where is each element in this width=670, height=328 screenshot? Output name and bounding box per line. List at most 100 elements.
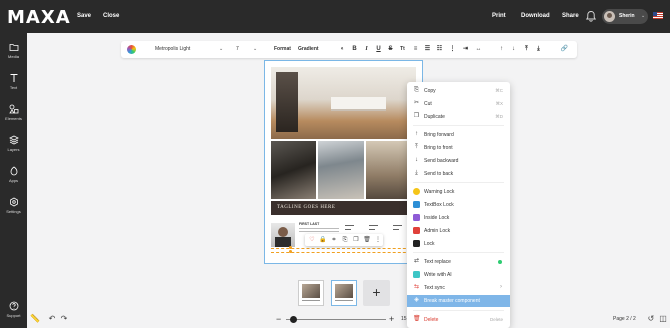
zoom-in-button[interactable]: +	[389, 314, 394, 324]
sidebar-item-media[interactable]: Media	[0, 42, 27, 70]
crop-icon[interactable]: ⌗	[330, 236, 338, 244]
chevron-down-icon[interactable]: ⌄	[253, 46, 257, 52]
menu-item-inside-lock[interactable]: Inside Lock	[407, 212, 510, 224]
menu-item-label: Delete	[424, 317, 439, 323]
download-button[interactable]: Download	[521, 13, 550, 19]
text-column[interactable]: ▬▬▬ ▬▬	[369, 223, 378, 231]
page-thumbnail-2[interactable]	[331, 280, 357, 306]
element-toolbar: ♡ 🔒 ⌗ ⎘ ❐ 🗑 ⋮	[305, 234, 383, 246]
font-family-select[interactable]: Metropolis Light	[155, 46, 190, 52]
history-icon[interactable]: ↺	[646, 314, 656, 324]
sidebar-item-label: Media	[8, 54, 19, 59]
menu-item-label: Break master component	[424, 298, 480, 304]
link-icon[interactable]: 🔗	[560, 45, 569, 54]
lock-icon[interactable]: 🔒	[319, 236, 327, 244]
align-bottom-icon[interactable]: ↓	[509, 45, 518, 54]
color-wheel-icon[interactable]	[127, 45, 136, 54]
print-button[interactable]: Print	[492, 13, 506, 19]
textbox-lock-icon	[413, 201, 420, 208]
share-button[interactable]: Share	[562, 13, 579, 19]
tagline-text[interactable]: TAGLINE GOES HERE	[277, 205, 335, 210]
sidebar-item-layers[interactable]: Layers	[0, 135, 27, 163]
italic-icon[interactable]: I	[362, 45, 371, 54]
line-spacing-icon[interactable]: ☰	[423, 45, 432, 54]
page-counter: Page 2 / 2	[613, 316, 636, 322]
menu-item-delete[interactable]: 🗑 Delete Delete	[407, 314, 510, 326]
bold-icon[interactable]: B	[350, 45, 359, 54]
sidebar-item-text[interactable]: Text	[0, 73, 27, 101]
zoom-slider-thumb[interactable]	[290, 316, 297, 323]
menu-item-warning-lock[interactable]: Warning Lock	[407, 186, 510, 198]
agent-photo[interactable]	[271, 223, 295, 247]
strikethrough-icon[interactable]: S	[386, 45, 395, 54]
format-button[interactable]: Format	[274, 46, 291, 52]
zoom-slider-track[interactable]	[286, 319, 386, 320]
opacity-icon[interactable]: ◐	[338, 45, 347, 54]
warning-lock-icon	[413, 188, 420, 195]
chevron-down-icon[interactable]: ⌄	[219, 46, 223, 52]
user-menu[interactable]: Sherin ⌄	[602, 9, 648, 24]
save-button[interactable]: Save	[77, 13, 91, 19]
indent-icon[interactable]: ⇥	[461, 45, 470, 54]
close-button[interactable]: Close	[103, 13, 119, 19]
help-icon	[9, 301, 18, 311]
menu-item-shortcut: Delete	[489, 317, 503, 322]
selection-guide	[271, 252, 416, 253]
align-top-icon[interactable]: ↑	[497, 45, 506, 54]
text-column[interactable]: ▬▬▬ ▬▬	[345, 223, 354, 231]
page-thumbnail-1[interactable]	[298, 280, 324, 306]
tagline-bar[interactable]: TAGLINE GOES HERE	[271, 201, 416, 215]
align-middle-down-icon[interactable]: ⤓	[534, 45, 543, 54]
design-page[interactable]: TAGLINE GOES HERE FIRST LAST ▬▬▬ ▬▬ ▬▬▬ ▬▬…	[264, 60, 423, 264]
copy-style-icon[interactable]: ⎘	[341, 236, 349, 244]
menu-item-bring-forward[interactable]: ↑ Bring forward	[407, 129, 510, 141]
zoom-out-button[interactable]: −	[276, 314, 281, 324]
gradient-button[interactable]: Gradient	[298, 46, 319, 52]
align-left-icon[interactable]: ≡	[411, 45, 420, 54]
undo-icon[interactable]: ↶	[47, 314, 57, 324]
resize-handle[interactable]	[289, 246, 292, 249]
underline-icon[interactable]: U	[374, 45, 383, 54]
resize-handle[interactable]	[289, 250, 292, 253]
sidebar-item-settings[interactable]: Settings	[0, 197, 27, 225]
menu-item-bring-to-front[interactable]: ⤒ Bring to front	[407, 142, 510, 154]
bullet-list-icon[interactable]: ☷	[435, 45, 444, 54]
sidebar-item-apps[interactable]: Apps	[0, 166, 27, 194]
add-page-button[interactable]: +	[363, 280, 390, 306]
hallway-photo[interactable]	[318, 141, 364, 199]
menu-item-text-sync[interactable]: ⇆ Text sync ›	[407, 282, 510, 294]
menu-item-text-replace[interactable]: ⇄ Text replace	[407, 256, 510, 268]
more-icon[interactable]: ⋮	[374, 236, 382, 244]
letter-spacing-icon[interactable]: ↔	[474, 45, 483, 54]
sidebar-item-elements[interactable]: Elements	[0, 104, 27, 132]
font-size-select[interactable]: 7	[236, 46, 239, 52]
menu-item-admin-lock[interactable]: Admin Lock	[407, 225, 510, 237]
menu-item-duplicate[interactable]: ❐ Duplicate ⌘D	[407, 111, 510, 123]
redo-icon[interactable]: ↷	[59, 314, 69, 324]
favorite-icon[interactable]: ♡	[308, 236, 316, 244]
fullscreen-icon[interactable]: ◫	[658, 314, 668, 324]
dining-photo[interactable]	[271, 141, 316, 199]
align-middle-up-icon[interactable]: ⤒	[522, 45, 531, 54]
agent-name[interactable]: FIRST LAST	[299, 222, 319, 226]
duplicate-icon[interactable]: ❐	[352, 236, 360, 244]
menu-item-break-master-component[interactable]: ◈ Break master component	[407, 295, 510, 307]
menu-item-write-with-ai[interactable]: Write with AI	[407, 269, 510, 281]
kitchen-photo[interactable]	[271, 67, 416, 139]
menu-divider	[413, 310, 504, 311]
active-indicator	[498, 260, 502, 264]
numbered-list-icon[interactable]: ⋮	[448, 45, 457, 54]
menu-item-textbox-lock[interactable]: TextBox Lock	[407, 199, 510, 211]
menu-item-send-backward[interactable]: ↓ Send backward	[407, 155, 510, 167]
support-button[interactable]: Support	[0, 301, 27, 328]
menu-item-lock[interactable]: Lock	[407, 238, 510, 250]
ruler-icon[interactable]: 📏	[30, 314, 40, 324]
menu-item-send-to-back[interactable]: ⤓ Send to back	[407, 168, 510, 180]
text-case-icon[interactable]: Tt	[398, 45, 407, 54]
text-column[interactable]: ▬▬▬ ▬▬	[393, 223, 402, 231]
us-flag-icon[interactable]	[653, 12, 663, 19]
notification-bell-icon[interactable]	[585, 10, 597, 22]
delete-icon[interactable]: 🗑	[363, 236, 371, 244]
menu-item-copy[interactable]: ⎘ Copy ⌘C	[407, 85, 510, 97]
menu-item-cut[interactable]: ✂ Cut ⌘X	[407, 98, 510, 110]
